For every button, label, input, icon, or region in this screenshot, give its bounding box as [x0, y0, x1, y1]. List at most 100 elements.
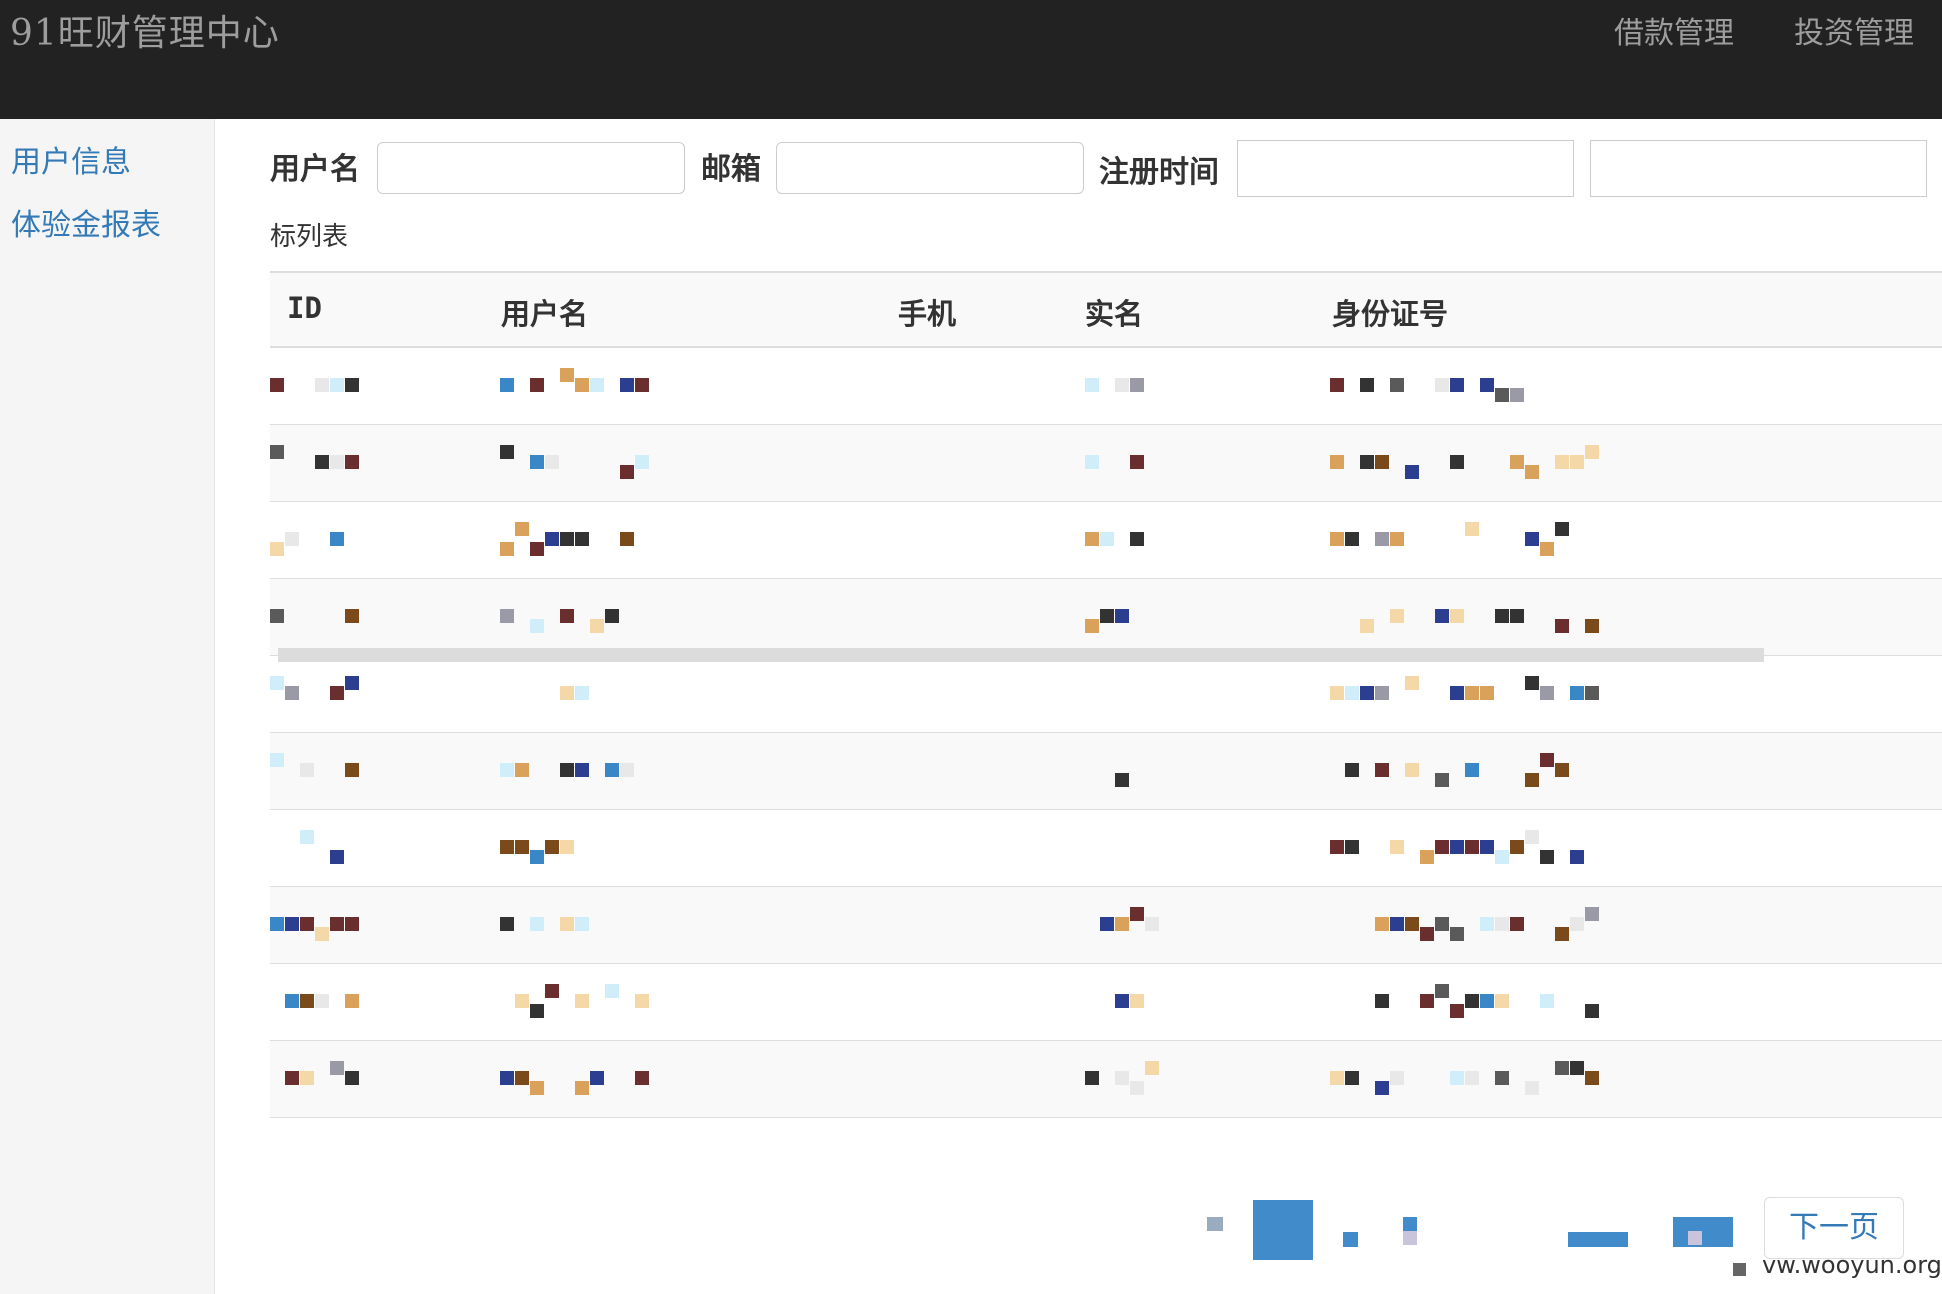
next-page-button[interactable]: 下一页: [1764, 1197, 1904, 1259]
table-row[interactable]: [270, 964, 1942, 1041]
phone-cell: [898, 599, 908, 637]
redacted-pixel: [1345, 1071, 1359, 1085]
redacted-pixel: [1525, 465, 1539, 479]
phone-cell: [898, 368, 908, 406]
email-filter-input[interactable]: [776, 142, 1084, 194]
redacted-pixel: [1450, 686, 1464, 700]
redacted-pixel: [1555, 522, 1569, 536]
redacted-pixel: [1435, 840, 1449, 854]
username-cell: [500, 676, 660, 714]
redacted-pixel: [330, 1061, 344, 1075]
username-cell: [500, 984, 660, 1022]
real-name-cell: [1085, 907, 1165, 945]
redacted-pixel: [500, 763, 514, 777]
real-name-cell: [1085, 676, 1165, 714]
register-end-input[interactable]: [1590, 140, 1927, 197]
redacted-pixel: [285, 686, 299, 700]
sidebar: 用户信息 体验金报表: [0, 119, 215, 1294]
register-start-input[interactable]: [1237, 140, 1574, 197]
page-number-button[interactable]: [1688, 1231, 1702, 1245]
table-row[interactable]: [270, 348, 1942, 425]
phone-cell: [898, 522, 908, 560]
redacted-pixel: [285, 1071, 299, 1085]
redacted-pixel: [560, 763, 574, 777]
table-row[interactable]: [270, 810, 1942, 887]
redacted-pixel: [545, 532, 559, 546]
id-cell: [270, 445, 360, 483]
watermark-square: [1733, 1263, 1746, 1276]
redacted-pixel: [1480, 378, 1494, 392]
table-row[interactable]: [270, 502, 1942, 579]
redacted-pixel: [545, 840, 559, 854]
redacted-pixel: [515, 1071, 529, 1085]
redacted-pixel: [635, 994, 649, 1008]
page-number-button[interactable]: [1343, 1232, 1358, 1247]
redacted-pixel: [575, 763, 589, 777]
table-row[interactable]: [270, 887, 1942, 964]
table-row[interactable]: [270, 656, 1942, 733]
redacted-pixel: [1085, 619, 1099, 633]
page-number-button[interactable]: [1403, 1231, 1417, 1245]
redacted-pixel: [1145, 1061, 1159, 1075]
table-row[interactable]: [270, 579, 1942, 656]
nav-loan-management[interactable]: 借款管理: [1614, 8, 1734, 52]
nav-investment-management[interactable]: 投资管理: [1794, 8, 1914, 52]
redacted-pixel: [1360, 619, 1374, 633]
redacted-pixel: [530, 542, 544, 556]
real-name-cell: [1085, 445, 1165, 483]
redacted-pixel: [1345, 840, 1359, 854]
redacted-pixel: [1480, 686, 1494, 700]
redacted-pixel: [1085, 378, 1099, 392]
redacted-pixel: [1390, 1071, 1404, 1085]
redacted-pixel: [1145, 917, 1159, 931]
table-row[interactable]: [270, 1041, 1942, 1118]
redacted-pixel: [1100, 532, 1114, 546]
page-number-button[interactable]: [1207, 1217, 1223, 1231]
redacted-pixel: [1130, 378, 1144, 392]
redacted-pixel: [1450, 1004, 1464, 1018]
redacted-pixel: [285, 994, 299, 1008]
username-filter-input[interactable]: [377, 142, 685, 194]
redacted-pixel: [330, 917, 344, 931]
redacted-pixel: [1525, 1081, 1539, 1095]
redacted-pixel: [1495, 388, 1509, 402]
table-row[interactable]: [270, 425, 1942, 502]
id-cell: [270, 1061, 360, 1099]
redacted-pixel: [530, 455, 544, 469]
sidebar-item-trial-fund-report[interactable]: 体验金报表: [11, 200, 161, 244]
redacted-pixel: [590, 619, 604, 633]
page-number-button[interactable]: [1673, 1217, 1733, 1247]
sidebar-item-user-info[interactable]: 用户信息: [11, 137, 131, 181]
page-number-button[interactable]: [1253, 1200, 1313, 1260]
id-cell: [270, 676, 360, 714]
redacted-pixel: [1510, 840, 1524, 854]
redacted-pixel: [1570, 917, 1584, 931]
username-cell: [500, 445, 660, 483]
redacted-pixel: [575, 994, 589, 1008]
redacted-pixel: [1420, 927, 1434, 941]
id-cell: [270, 599, 360, 637]
redacted-pixel: [1360, 455, 1374, 469]
redacted-pixel: [1130, 907, 1144, 921]
redacted-pixel: [1330, 1071, 1344, 1085]
redacted-pixel: [545, 455, 559, 469]
redacted-pixel: [1405, 763, 1419, 777]
redacted-pixel: [1585, 619, 1599, 633]
redacted-pixel: [1450, 609, 1464, 623]
redacted-pixel: [515, 522, 529, 536]
page-number-button[interactable]: [1403, 1217, 1417, 1231]
real-name-cell: [1085, 753, 1165, 791]
redacted-pixel: [1360, 686, 1374, 700]
brand-title[interactable]: 91旺财管理中心: [10, 4, 280, 56]
real-name-cell: [1085, 830, 1165, 868]
email-filter-label: 邮箱: [701, 152, 761, 187]
redacted-pixel: [285, 532, 299, 546]
redacted-pixel: [635, 378, 649, 392]
redacted-pixel: [1495, 609, 1509, 623]
table-row[interactable]: [270, 733, 1942, 810]
redacted-pixel: [315, 378, 329, 392]
redacted-pixel: [1585, 445, 1599, 459]
redacted-pixel: [1420, 994, 1434, 1008]
register-time-filter-label: 注册时间: [1099, 155, 1219, 190]
page-number-button[interactable]: [1568, 1232, 1628, 1247]
